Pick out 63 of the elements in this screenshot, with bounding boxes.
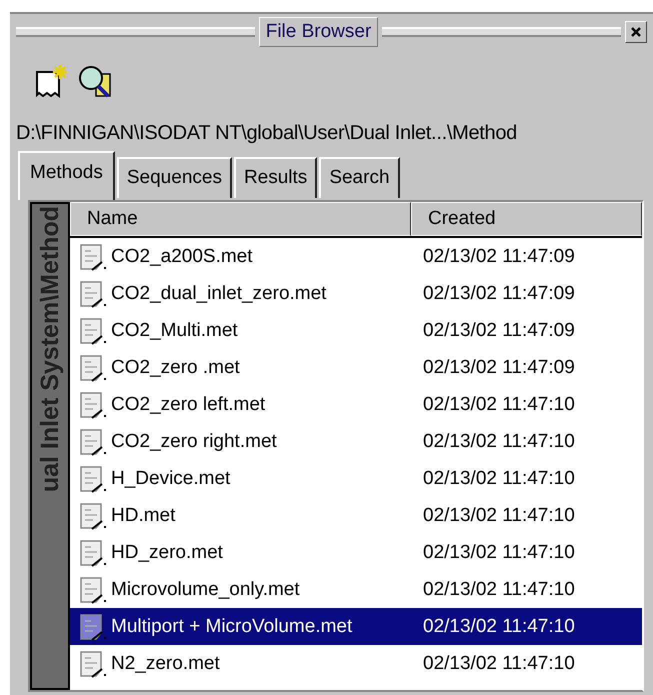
- title-bar-grip[interactable]: [382, 27, 622, 37]
- tab[interactable]: Results: [234, 157, 318, 198]
- file-row[interactable]: Microvolume_only.met 02/13/02 11:47:10: [70, 571, 642, 608]
- created-date: 02/13/02 11:47:10: [423, 394, 575, 416]
- document-icon: [78, 648, 108, 678]
- file-name: HD.met: [111, 504, 176, 526]
- created-date: 02/13/02 11:47:10: [423, 542, 575, 564]
- file-row[interactable]: CO2_dual_inlet_zero.met 02/13/02 11:47:09: [70, 275, 642, 312]
- document-icon: [78, 316, 108, 346]
- file-name: CO2_zero left.met: [111, 394, 266, 416]
- folder-label: ual Inlet System\Method: [35, 206, 65, 492]
- tab[interactable]: Search: [319, 157, 400, 198]
- document-icon: [78, 464, 108, 494]
- created-date: 02/13/02 11:47:10: [423, 578, 575, 600]
- file-row[interactable]: CO2_zero right.met 02/13/02 11:47:10: [70, 423, 642, 460]
- document-icon: [78, 278, 108, 308]
- document-icon: [78, 574, 108, 604]
- tab[interactable]: Methods: [18, 151, 115, 200]
- file-row[interactable]: CO2_zero left.met 02/13/02 11:47:10: [70, 386, 642, 423]
- document-icon: [78, 500, 108, 530]
- file-name: CO2_dual_inlet_zero.met: [111, 282, 326, 304]
- created-date: 02/13/02 11:47:10: [423, 652, 575, 674]
- file-name: CO2_Multi.met: [111, 320, 238, 342]
- file-name: CO2_a200S.met: [111, 246, 253, 268]
- file-name: HD_zero.met: [111, 542, 223, 564]
- created-date: 02/13/02 11:47:10: [423, 504, 575, 526]
- file-name: H_Device.met: [111, 468, 230, 490]
- file-name: Multiport + MicroVolume.met: [111, 616, 352, 638]
- created-date: 02/13/02 11:47:09: [423, 356, 575, 378]
- file-name: Microvolume_only.met: [111, 578, 300, 600]
- path-label: D:\FINNIGAN\ISODAT NT\global\User\Dual Inlet...\Method: [15, 121, 518, 145]
- document-icon: [78, 352, 108, 382]
- title-bar-grip[interactable]: [16, 27, 255, 37]
- file-name: CO2_zero right.met: [111, 430, 277, 452]
- column-header[interactable]: Name: [70, 202, 411, 236]
- created-date: 02/13/02 11:47:09: [423, 246, 575, 268]
- document-icon: [78, 538, 108, 568]
- new-file-icon[interactable]: [34, 64, 68, 100]
- file-row[interactable]: CO2_zero .met 02/13/02 11:47:09: [70, 349, 642, 386]
- document-icon: [78, 242, 108, 272]
- file-row[interactable]: N2_zero.met 02/13/02 11:47:10: [70, 645, 642, 682]
- document-icon: [78, 612, 108, 642]
- close-button[interactable]: [625, 21, 648, 43]
- file-row[interactable]: CO2_a200S.met 02/13/02 11:47:09: [70, 238, 642, 275]
- document-icon: [78, 426, 108, 456]
- file-row[interactable]: HD_zero.met 02/13/02 11:47:10: [70, 534, 642, 571]
- close-icon: [630, 26, 642, 38]
- search-icon[interactable]: [76, 64, 114, 100]
- window-title: File Browser: [258, 17, 378, 47]
- file-name: CO2_zero .met: [111, 356, 240, 378]
- file-row[interactable]: HD.met 02/13/02 11:47:10: [70, 497, 642, 534]
- created-date: 02/13/02 11:47:10: [423, 616, 575, 638]
- file-row[interactable]: H_Device.met 02/13/02 11:47:10: [70, 460, 642, 497]
- created-date: 02/13/02 11:47:10: [423, 430, 575, 452]
- created-date: 02/13/02 11:47:09: [423, 320, 575, 342]
- file-row[interactable]: CO2_Multi.met 02/13/02 11:47:09: [70, 312, 642, 349]
- file-row[interactable]: Multiport + MicroVolume.met 02/13/02 11:47:10: [70, 608, 642, 645]
- created-date: 02/13/02 11:47:10: [423, 468, 575, 490]
- file-name: N2_zero.met: [111, 652, 220, 674]
- column-header[interactable]: Created: [411, 202, 642, 236]
- tab[interactable]: Sequences: [116, 157, 232, 198]
- created-date: 02/13/02 11:47:09: [423, 282, 575, 304]
- document-icon: [78, 390, 108, 420]
